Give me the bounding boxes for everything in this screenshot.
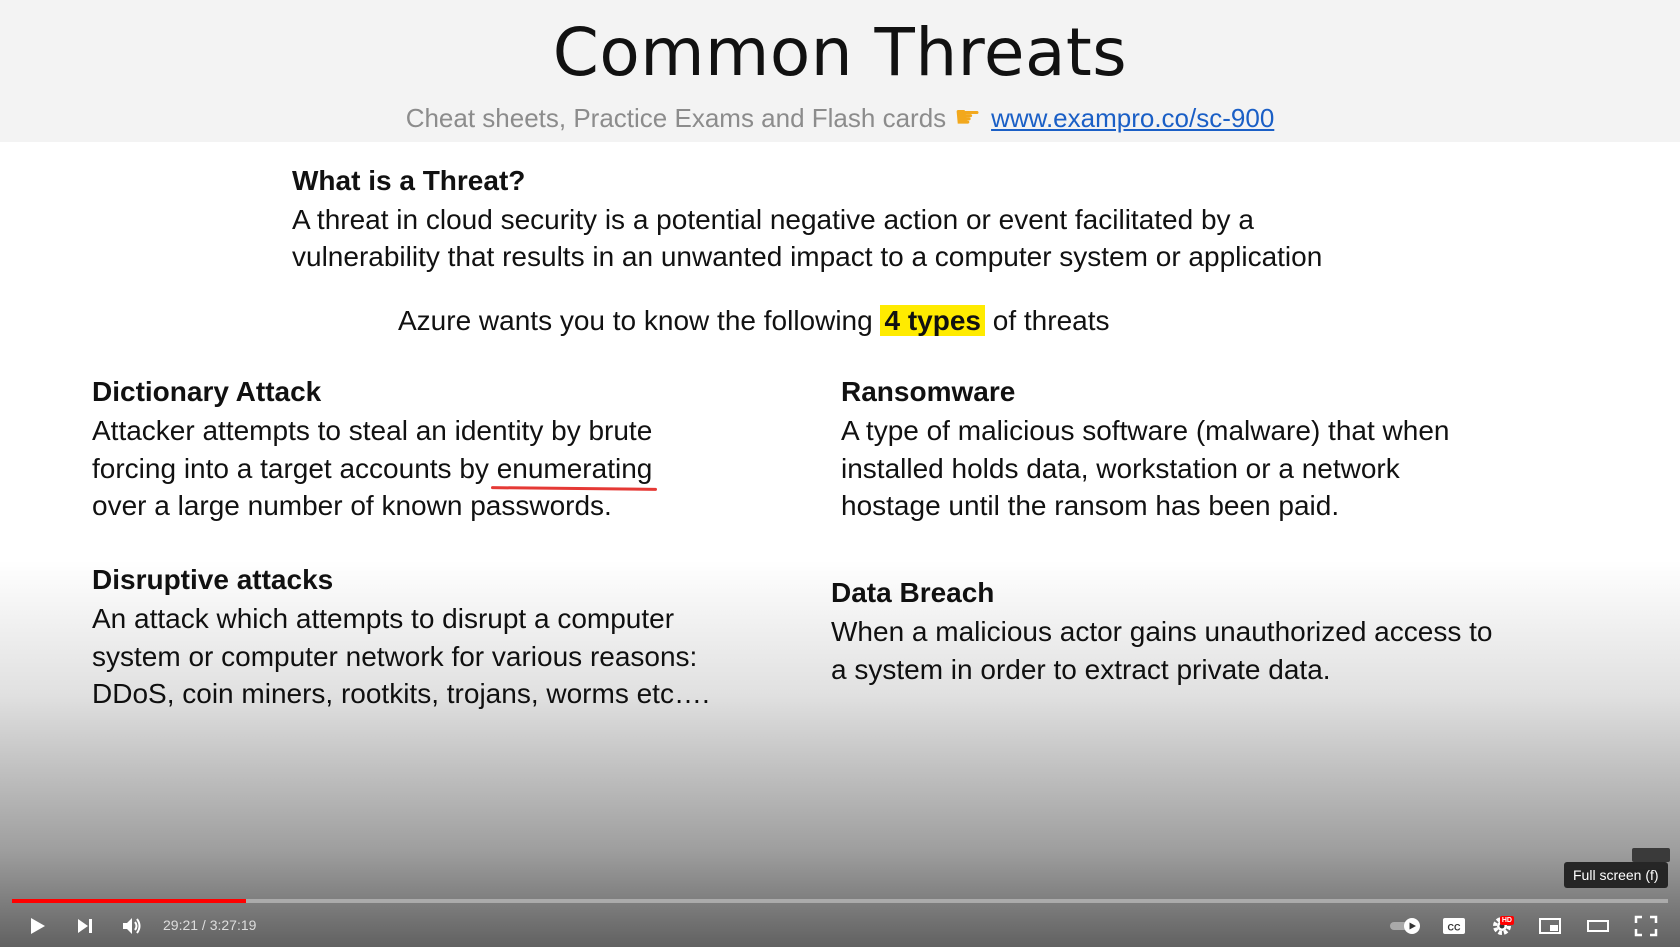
- corner-preview: [1632, 848, 1670, 862]
- theater-mode-icon: [1586, 916, 1610, 936]
- fullscreen-tooltip: Full screen (f): [1564, 862, 1668, 888]
- data-breach-line-1: When a malicious actor gains unauthorize…: [831, 616, 1493, 647]
- video-player[interactable]: Common Threats Cheat sheets, Practice Ex…: [0, 0, 1680, 947]
- settings-button[interactable]: HD: [1484, 908, 1520, 944]
- ransomware-line-2: installed holds data, workstation or a n…: [841, 453, 1400, 484]
- enumerating-underlined: enumerating: [496, 453, 653, 484]
- progress-played: [12, 899, 247, 903]
- slide-header: Common Threats Cheat sheets, Practice Ex…: [0, 0, 1680, 142]
- autoplay-toggle[interactable]: [1386, 908, 1426, 944]
- time-display: 29:21 / 3:27:19: [163, 917, 257, 933]
- subtitle-text: Cheat sheets, Practice Exams and Flash c…: [405, 103, 947, 133]
- next-icon: [74, 915, 96, 937]
- player-controls: 29:21 / 3:27:19 CC HD: [0, 908, 1680, 947]
- subtitles-icon: CC: [1442, 916, 1466, 936]
- threat-types-intro: Azure wants you to know the following 4 …: [398, 302, 1110, 340]
- disruptive-attacks-line-1: An attack which attempts to disrupt a co…: [92, 603, 675, 634]
- types-pre: Azure wants you to know the following: [398, 305, 881, 336]
- subtitles-button[interactable]: CC: [1436, 908, 1472, 944]
- slide-subtitle: Cheat sheets, Practice Exams and Flash c…: [0, 100, 1680, 135]
- play-icon: [26, 915, 48, 937]
- dictionary-attack-line-3: over a large number of known passwords.: [92, 490, 612, 521]
- pointing-hand-icon: ☛: [954, 101, 982, 134]
- data-breach-line-2: a system in order to extract private dat…: [831, 654, 1331, 685]
- settings-icon: HD: [1490, 914, 1514, 938]
- slide-title: Common Threats: [552, 14, 1128, 91]
- hd-badge: HD: [1499, 916, 1514, 925]
- progress-bar[interactable]: [12, 899, 1668, 903]
- dictionary-line-2-pre: forcing into a target accounts by: [92, 453, 497, 484]
- autoplay-toggle-icon: [1388, 916, 1424, 936]
- play-button[interactable]: [19, 908, 55, 944]
- dictionary-attack-heading: Dictionary Attack: [92, 376, 322, 407]
- volume-icon: [120, 915, 144, 937]
- dictionary-attack-line-1: Attacker attempts to steal an identity b…: [92, 415, 653, 446]
- definition-line-2: vulnerability that results in an unwante…: [292, 241, 1323, 272]
- ransomware-line-1: A type of malicious software (malware) t…: [841, 415, 1450, 446]
- theater-mode-button[interactable]: [1580, 908, 1616, 944]
- disruptive-attacks-line-3: DDoS, coin miners, rootkits, trojans, wo…: [92, 678, 710, 709]
- ransomware-heading: Ransomware: [841, 376, 1016, 407]
- next-button[interactable]: [67, 908, 103, 944]
- miniplayer-icon: [1538, 916, 1562, 936]
- data-breach-heading: Data Breach: [831, 577, 995, 608]
- dictionary-attack-line-2: forcing into a target accounts by enumer…: [92, 450, 652, 488]
- exampro-link[interactable]: www.exampro.co/sc-900: [991, 103, 1274, 133]
- question-heading: What is a Threat?: [292, 165, 526, 196]
- types-post: of threats: [984, 305, 1110, 336]
- types-highlight: 4 types: [880, 305, 985, 336]
- disruptive-attacks-line-2: system or computer network for various r…: [92, 641, 698, 672]
- miniplayer-button[interactable]: [1532, 908, 1568, 944]
- mute-button[interactable]: [114, 908, 150, 944]
- fullscreen-icon: [1634, 915, 1658, 937]
- definition-line-1: A threat in cloud security is a potentia…: [292, 204, 1254, 235]
- svg-text:CC: CC: [1448, 923, 1461, 933]
- disruptive-attacks-heading: Disruptive attacks: [92, 564, 334, 595]
- ransomware-line-3: hostage until the ransom has been paid.: [841, 490, 1340, 521]
- fullscreen-button[interactable]: [1628, 908, 1664, 944]
